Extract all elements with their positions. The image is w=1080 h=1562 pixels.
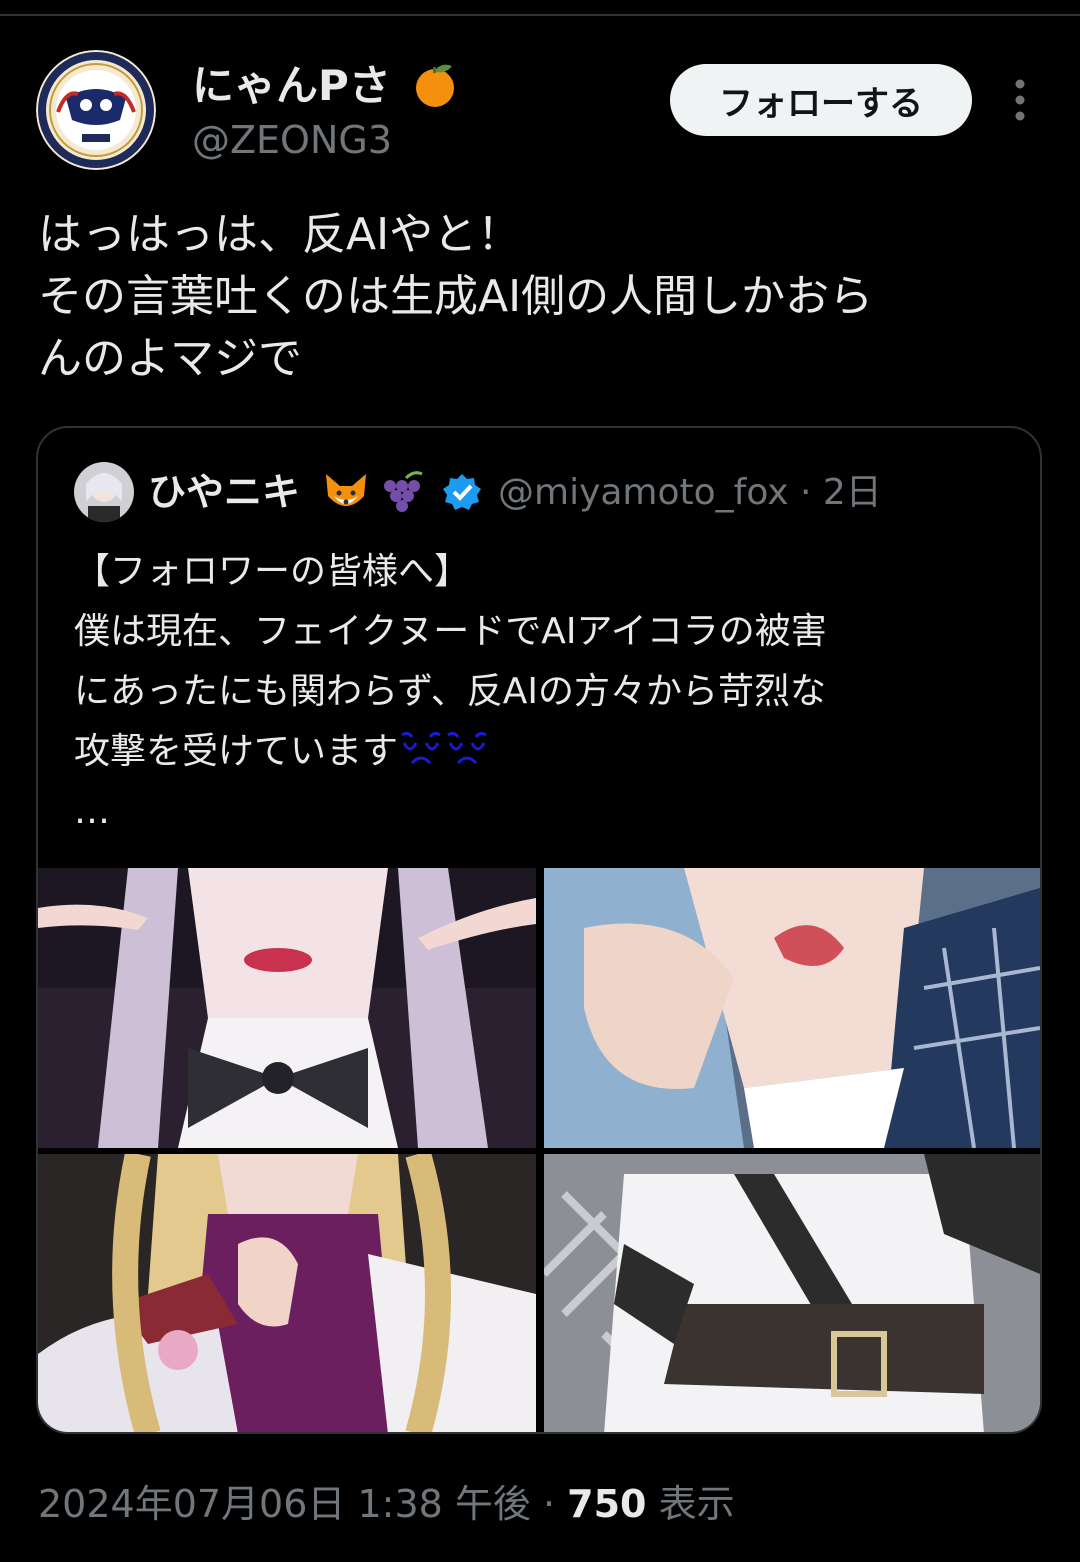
media-photo[interactable] xyxy=(38,868,536,1148)
quoted-author-display-name[interactable]: ひやニキ xyxy=(148,466,300,518)
quoted-tweet-text: 【フォロワーの皆様へ】 僕は現在、フェイクヌードでAIアイコラの被害 にあったに… xyxy=(74,542,1014,842)
grapes-emoji-icon xyxy=(376,468,428,518)
quoted-line: 攻撃を受けています xyxy=(74,731,399,772)
quoted-line-with-emoji: 攻撃を受けています xyxy=(74,722,1014,782)
quoted-handle-and-time[interactable]: @miyamoto_fox · 2日 xyxy=(498,468,882,518)
author-display-name[interactable]: にゃんPさ xyxy=(192,56,391,116)
author-avatar[interactable] xyxy=(36,50,156,170)
fox-emoji-icon xyxy=(320,466,372,518)
quoted-ellipsis: … xyxy=(74,791,110,832)
crying-face-emoji-icon xyxy=(398,728,444,768)
quoted-line: 僕は現在、フェイクヌードでAIアイコラの被害 xyxy=(74,611,827,652)
views-label: 表示 xyxy=(646,1482,735,1526)
top-divider xyxy=(0,14,1080,16)
media-photo[interactable] xyxy=(544,1154,1040,1432)
tweet-line: はっはっは、反AIやと！ xyxy=(38,209,522,260)
tangerine-emoji-icon xyxy=(410,60,460,110)
verified-badge-icon xyxy=(442,472,482,512)
quoted-line: にあったにも関わらず、反AIの方々から苛烈な xyxy=(74,671,827,712)
media-grid xyxy=(38,868,1040,1432)
author-handle[interactable]: @ZEONG3 xyxy=(192,114,392,166)
follow-button[interactable]: フォローする xyxy=(670,64,972,136)
tweet-text: はっはっは、反AIやと！ その言葉吐くのは生成AI側の人間しかおら んのよマジで xyxy=(38,204,1048,390)
more-vertical-icon[interactable] xyxy=(1000,76,1040,124)
quoted-tweet-card[interactable]: ひやニキ @miyamoto_fox · 2日 【フォロワーの皆様へ】 僕は現在 xyxy=(36,426,1042,1434)
media-photo[interactable] xyxy=(544,868,1040,1148)
crying-face-emoji-icon xyxy=(444,728,490,768)
media-photo[interactable] xyxy=(38,1154,536,1432)
tweet-date-time[interactable]: 2024年07月06日 1:38 午後 · xyxy=(38,1482,567,1526)
views-count: 750 xyxy=(567,1482,647,1526)
tweet-timestamp-and-views: 2024年07月06日 1:38 午後 · 750 表示 xyxy=(38,1478,735,1530)
quoted-author-avatar[interactable] xyxy=(74,462,134,522)
quoted-line: 【フォロワーの皆様へ】 xyxy=(74,551,471,592)
tweet-line: その言葉吐くのは生成AI側の人間しかおら xyxy=(38,271,874,322)
tweet-line: んのよマジで xyxy=(38,333,302,384)
